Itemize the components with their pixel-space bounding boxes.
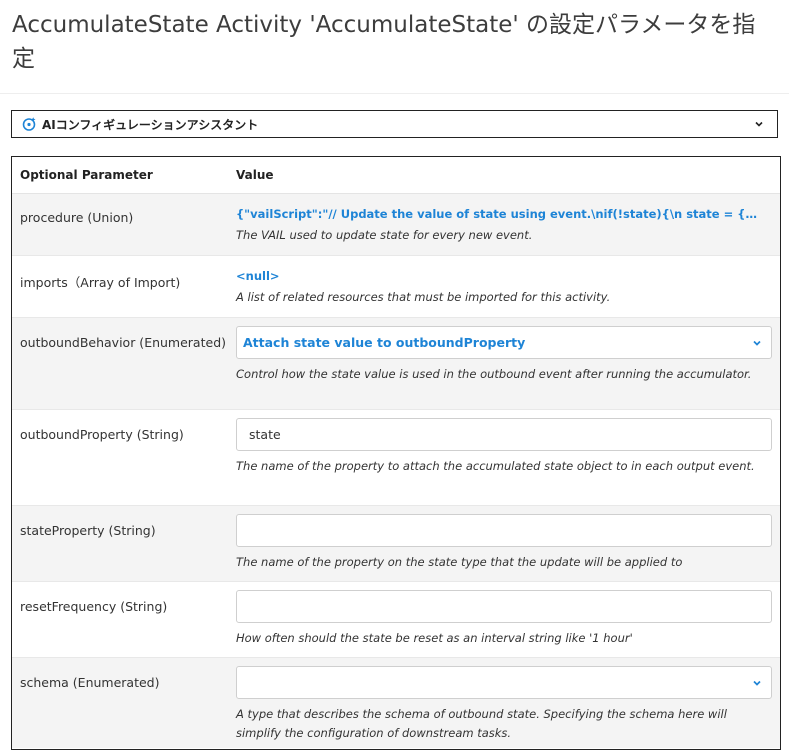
ai-assistant-icon: [21, 116, 37, 132]
procedure-value-link[interactable]: {"vailScript":"// Update the value of st…: [236, 207, 764, 221]
table-header: Optional Parameter Value: [12, 157, 780, 194]
param-description: Control how the state value is used in t…: [236, 367, 752, 381]
param-name: schema (Enumerated): [20, 675, 160, 690]
page-title: AccumulateState Activity 'AccumulateStat…: [12, 12, 756, 72]
param-row-outbound-behavior: outboundBehavior (Enumerated) Attach sta…: [12, 318, 780, 410]
param-row-procedure: procedure (Union) {"vailScript":"// Upda…: [12, 194, 780, 256]
param-description: A list of related resources that must be…: [236, 290, 611, 304]
param-name: imports（Array of Import): [20, 275, 181, 290]
param-description: The VAIL used to update state for every …: [236, 228, 533, 242]
outbound-behavior-selected: Attach state value to outboundProperty: [243, 335, 526, 350]
parameters-table: Optional Parameter Value procedure (Unio…: [11, 156, 781, 750]
outbound-behavior-select[interactable]: Attach state value to outboundProperty: [236, 326, 772, 359]
column-header-parameter: Optional Parameter: [20, 168, 153, 182]
param-name: procedure (Union): [20, 210, 134, 225]
param-row-outbound-property: outboundProperty (String) state The name…: [12, 410, 780, 506]
schema-select[interactable]: [236, 666, 772, 699]
imports-value-link[interactable]: <null>: [236, 269, 764, 283]
ai-assistant-label: AIコンフィギュレーションアシスタント: [42, 117, 259, 132]
state-property-input[interactable]: [236, 514, 772, 547]
param-description: The name of the property on the state ty…: [236, 555, 683, 569]
param-row-imports: imports（Array of Import) <null> A list o…: [12, 256, 780, 318]
chevron-down-icon: [751, 677, 763, 689]
outbound-property-input[interactable]: state: [236, 418, 772, 451]
ai-assistant-accordion[interactable]: AIコンフィギュレーションアシスタント: [11, 110, 778, 138]
param-name: outboundProperty (String): [20, 427, 184, 442]
param-name: outboundBehavior (Enumerated): [20, 335, 226, 350]
param-row-schema: schema (Enumerated) A type that describe…: [12, 658, 780, 748]
param-row-state-property: stateProperty (String) The name of the p…: [12, 506, 780, 582]
chevron-down-icon: [751, 337, 763, 349]
param-name: stateProperty (String): [20, 523, 156, 538]
param-description: How often should the state be reset as a…: [236, 631, 633, 645]
param-description: The name of the property to attach the a…: [236, 459, 755, 473]
param-name: resetFrequency (String): [20, 599, 168, 614]
chevron-down-icon[interactable]: [753, 118, 765, 130]
param-description: A type that describes the schema of outb…: [236, 707, 727, 740]
column-header-value: Value: [236, 168, 274, 182]
reset-frequency-input[interactable]: [236, 590, 772, 623]
param-row-reset-frequency: resetFrequency (String) How often should…: [12, 582, 780, 658]
title-divider: [0, 93, 789, 94]
